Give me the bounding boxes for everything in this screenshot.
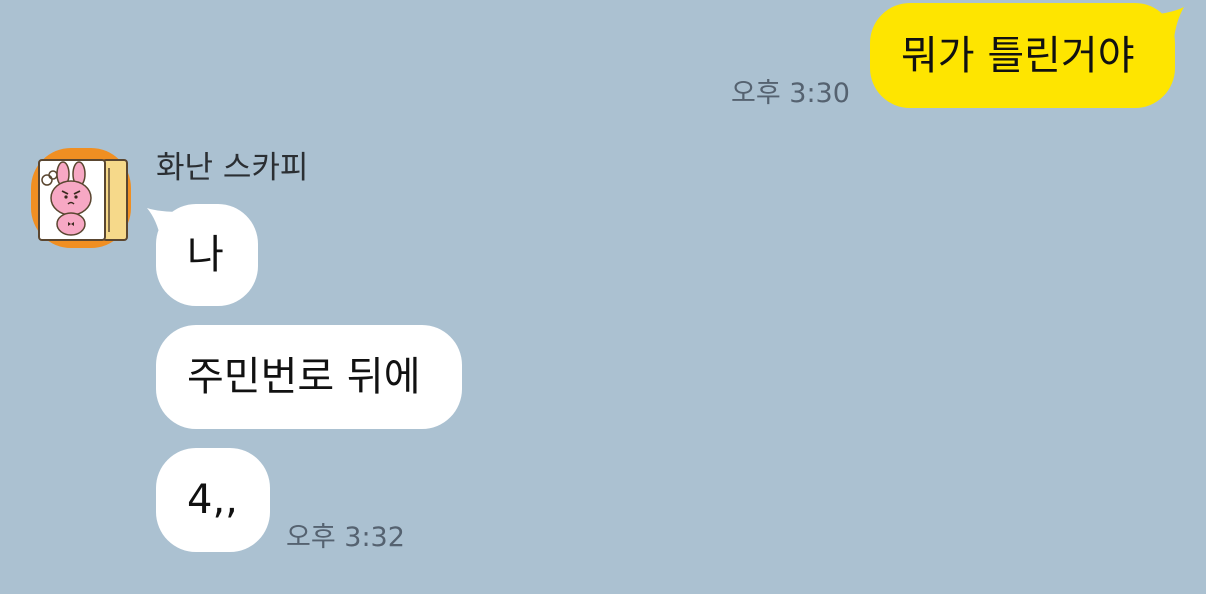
incoming-message-text: 4,, bbox=[187, 477, 238, 523]
incoming-message-text: 나 bbox=[187, 232, 224, 278]
angry-pink-bunny-avatar-icon bbox=[31, 148, 131, 248]
outgoing-message-bubble[interactable]: 뭐가 틀린거야 bbox=[870, 3, 1175, 108]
incoming-message-text: 주민번로 뒤에 bbox=[187, 354, 421, 400]
incoming-message-time: 오후 3:32 bbox=[286, 522, 405, 553]
outgoing-message-text: 뭐가 틀린거야 bbox=[901, 32, 1135, 79]
outgoing-message-time: 오후 3:30 bbox=[731, 78, 850, 109]
incoming-message-bubble[interactable]: 나 bbox=[156, 204, 258, 306]
sender-name: 화난 스카피 bbox=[156, 150, 309, 186]
incoming-message-bubble[interactable]: 4,, bbox=[156, 448, 270, 552]
sender-avatar[interactable] bbox=[31, 146, 131, 250]
incoming-message-bubble[interactable]: 주민번로 뒤에 bbox=[156, 325, 462, 429]
chat-room: 뭐가 틀린거야 오후 3:30 화난 스카피 나 주민번로 뒤에 4,, 오후 … bbox=[0, 0, 1206, 594]
